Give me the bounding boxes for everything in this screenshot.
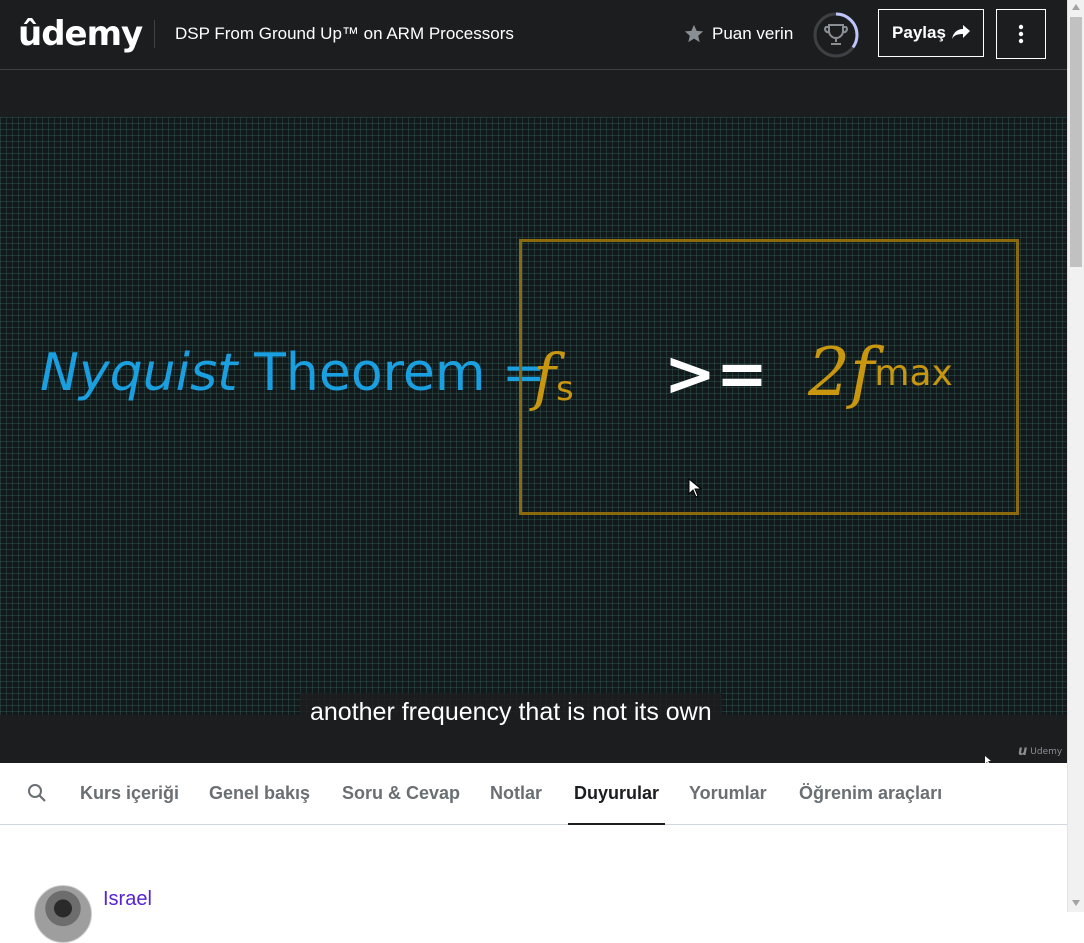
tab-announcements[interactable]: Duyurular xyxy=(567,763,666,825)
udemy-logo[interactable]: ûdemy xyxy=(18,10,143,58)
rhs-symbol: 2f xyxy=(808,334,875,411)
tab-qa[interactable]: Soru & Cevap xyxy=(342,763,460,824)
share-button[interactable]: Paylaş xyxy=(878,9,984,57)
author-avatar[interactable] xyxy=(34,885,92,943)
tab-learning-tools[interactable]: Öğrenim araçları xyxy=(799,763,942,824)
tab-notes[interactable]: Notlar xyxy=(490,763,542,824)
page-scrollbar[interactable] xyxy=(1067,0,1084,912)
sampling-frequency-symbol: fs xyxy=(533,342,574,424)
course-tabs: Kurs içeriği Genel bakış Soru & Cevap No… xyxy=(0,763,1067,825)
header-divider xyxy=(154,20,155,48)
video-frame[interactable]: Nyquist Theorem = fs >= 2fmax u Udemy xyxy=(0,117,1067,759)
more-options-button[interactable] xyxy=(996,9,1046,59)
scroll-thumb[interactable] xyxy=(1070,17,1082,267)
author-name-link[interactable]: Israel xyxy=(103,887,152,911)
lhs-subscript: s xyxy=(555,369,574,409)
course-title[interactable]: DSP From Ground Up™ on ARM Processors xyxy=(175,24,514,44)
slide-title: Nyquist Theorem = xyxy=(40,343,546,403)
watermark-logo-icon: u xyxy=(1018,744,1028,759)
udemy-watermark: u Udemy xyxy=(1018,744,1062,759)
top-header: ûdemy DSP From Ground Up™ on ARM Process… xyxy=(0,0,1067,70)
comparison-operator: >= xyxy=(664,337,768,410)
max-frequency-term: 2fmax xyxy=(808,337,953,410)
kebab-menu-icon xyxy=(1018,24,1024,44)
rate-button[interactable]: Puan verin xyxy=(683,22,793,46)
scroll-up-arrow-icon[interactable] xyxy=(1072,4,1080,10)
tab-overview[interactable]: Genel bakış xyxy=(209,763,310,824)
slide-title-rest: Theorem = xyxy=(237,343,546,403)
watermark-text: Udemy xyxy=(1030,746,1063,757)
trophy-icon xyxy=(824,24,848,45)
video-player[interactable]: Nyquist Theorem = fs >= 2fmax u Udemy an… xyxy=(0,70,1067,765)
search-icon[interactable] xyxy=(27,783,47,803)
star-icon xyxy=(684,24,704,43)
tab-course-content[interactable]: Kurs içeriği xyxy=(80,763,179,824)
scroll-down-arrow-icon[interactable] xyxy=(1072,900,1080,906)
rhs-subscript: max xyxy=(874,353,953,394)
lhs-symbol: f xyxy=(533,340,556,413)
share-label: Paylaş xyxy=(892,23,946,42)
rate-label: Puan verin xyxy=(712,24,794,43)
tab-reviews[interactable]: Yorumlar xyxy=(689,763,767,824)
share-arrow-icon xyxy=(951,25,970,39)
mouse-cursor-icon xyxy=(688,478,702,498)
video-caption: another frequency that is not its own xyxy=(300,693,722,731)
slide-title-italic: Nyquist xyxy=(40,343,238,403)
progress-trophy-button[interactable] xyxy=(812,11,860,59)
